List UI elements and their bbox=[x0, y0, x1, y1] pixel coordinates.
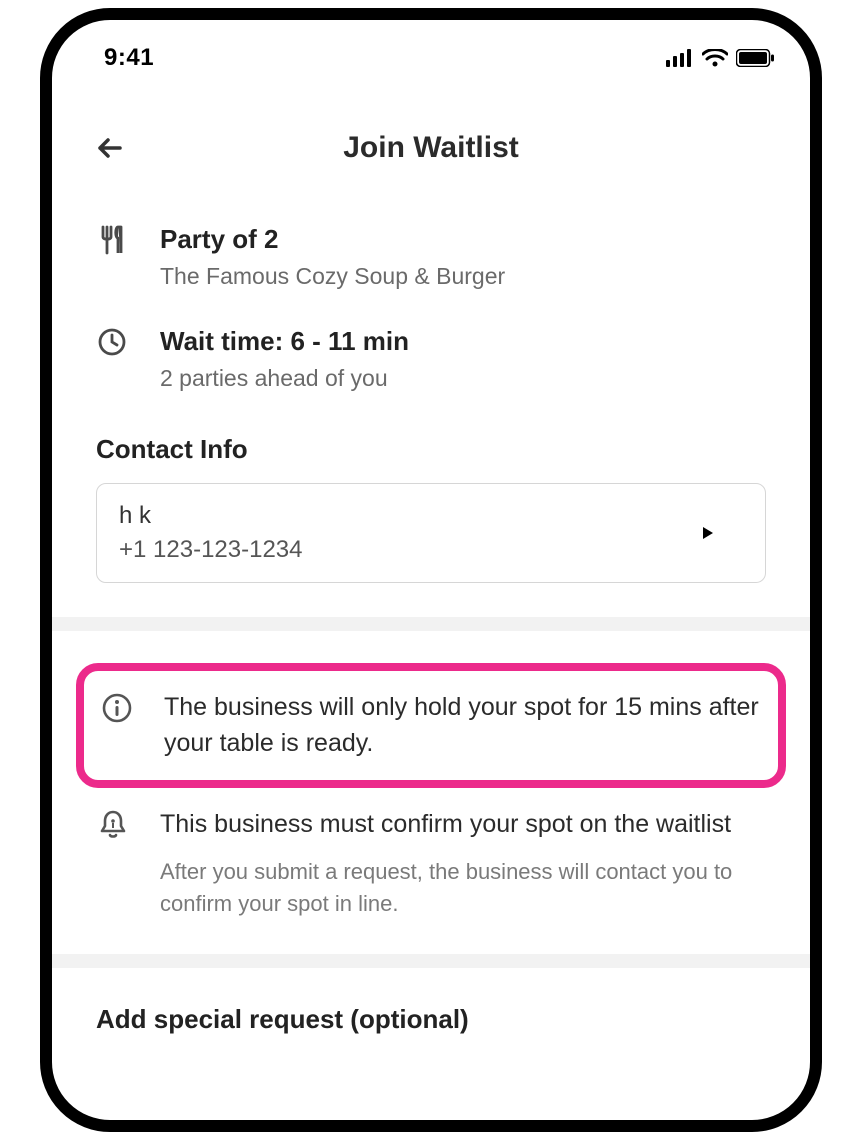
wifi-icon bbox=[702, 49, 728, 67]
status-bar: 9:41 bbox=[52, 20, 810, 78]
party-row: Party of 2 The Famous Cozy Soup & Burger bbox=[96, 224, 766, 290]
restaurant-name: The Famous Cozy Soup & Burger bbox=[160, 263, 505, 290]
parties-ahead-label: 2 parties ahead of you bbox=[160, 365, 409, 392]
section-divider bbox=[52, 617, 810, 631]
wait-time-label: Wait time: 6 - 11 min bbox=[160, 326, 409, 357]
contact-card[interactable]: h k +1 123-123-1234 bbox=[96, 483, 766, 583]
party-size-label: Party of 2 bbox=[160, 224, 505, 255]
restaurant-icon bbox=[96, 224, 128, 256]
battery-icon bbox=[736, 49, 774, 67]
bell-icon bbox=[96, 808, 130, 842]
back-button[interactable] bbox=[90, 128, 130, 168]
section-divider-2 bbox=[52, 954, 810, 968]
clock-icon bbox=[96, 326, 128, 358]
page-title: Join Waitlist bbox=[343, 131, 519, 165]
status-icons bbox=[666, 49, 774, 67]
contact-name: h k bbox=[119, 502, 303, 530]
status-time: 9:41 bbox=[104, 44, 154, 72]
hold-spot-text: The business will only hold your spot fo… bbox=[164, 689, 762, 762]
wait-time-row: Wait time: 6 - 11 min 2 parties ahead of… bbox=[96, 326, 766, 392]
confirm-notice-title: This business must confirm your spot on … bbox=[160, 806, 766, 842]
hold-spot-notice: The business will only hold your spot fo… bbox=[100, 689, 762, 762]
info-icon bbox=[100, 691, 134, 725]
confirm-notice: This business must confirm your spot on … bbox=[96, 806, 766, 920]
notice-section: The business will only hold your spot fo… bbox=[52, 631, 810, 920]
device-frame: 9:41 Join W bbox=[40, 8, 822, 1132]
party-section: Party of 2 The Famous Cozy Soup & Burger… bbox=[52, 224, 810, 583]
cellular-icon bbox=[666, 49, 694, 67]
special-request-heading: Add special request (optional) bbox=[52, 1004, 810, 1035]
confirm-notice-sub: After you submit a request, the business… bbox=[160, 856, 766, 920]
contact-phone: +1 123-123-1234 bbox=[119, 536, 303, 564]
page-header: Join Waitlist bbox=[52, 108, 810, 188]
caret-right-icon bbox=[703, 527, 713, 539]
contact-info-heading: Contact Info bbox=[96, 434, 766, 465]
arrow-left-icon bbox=[94, 132, 126, 164]
highlighted-notice: The business will only hold your spot fo… bbox=[76, 663, 786, 788]
